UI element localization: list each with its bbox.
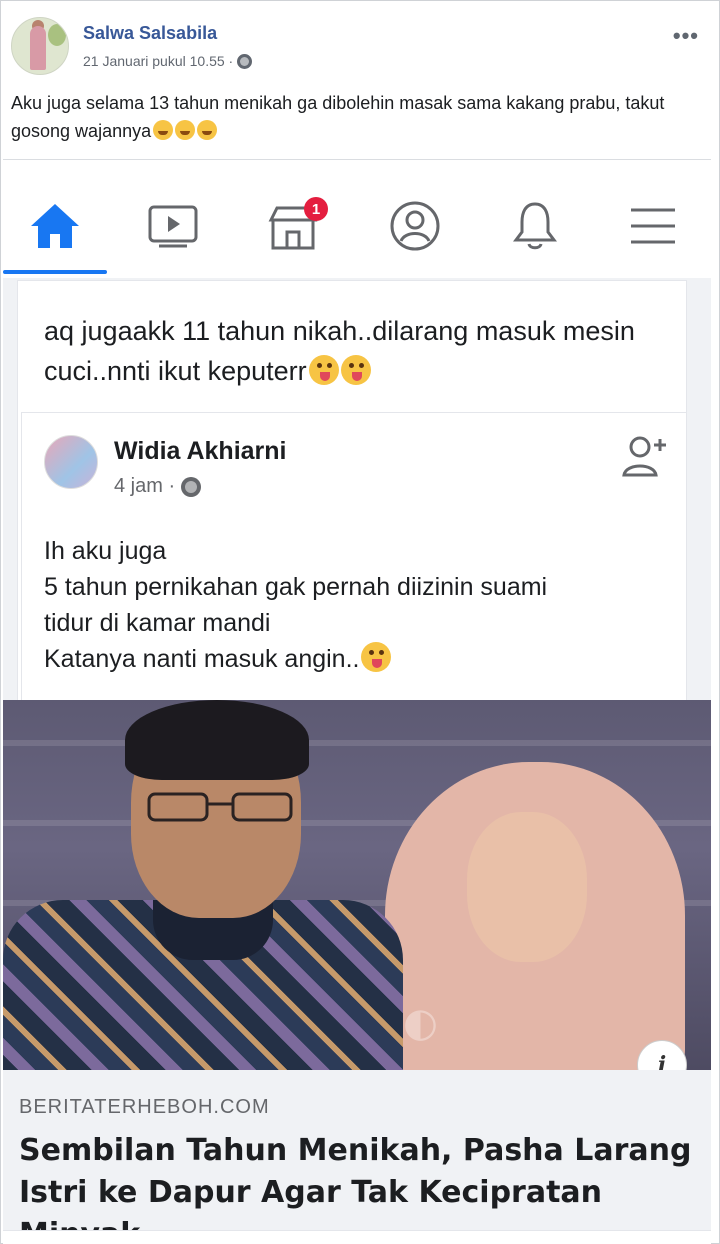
avatar-figure <box>30 26 46 70</box>
badge-count: 1 <box>312 201 320 218</box>
post-text: Aku juga selama 13 tahun menikah ga dibo… <box>11 89 706 145</box>
add-friend-icon[interactable] <box>620 431 668 479</box>
quoted-post-line: tidur di kamar mandi <box>44 609 271 637</box>
avatar-foliage <box>48 24 66 46</box>
home-icon <box>31 204 79 248</box>
profile-icon <box>390 201 440 251</box>
quoted-post-meta: 4 jam · <box>114 475 202 498</box>
globe-icon <box>237 53 253 69</box>
post-text-body: Aku juga selama 13 tahun menikah ga dibo… <box>11 93 665 141</box>
winking-tongue-emoji-icon <box>340 355 371 385</box>
screenshot-bottom-bar <box>3 1230 711 1244</box>
article-photo[interactable]: ◐ i <box>3 700 711 1070</box>
video-icon <box>148 205 198 248</box>
bell-icon <box>513 202 557 250</box>
post-header: Salwa Salsabila 21 Januari pukul 10.55 ·… <box>11 17 711 79</box>
nav-menu[interactable] <box>623 196 683 256</box>
menu-icon <box>631 208 675 244</box>
woman-face <box>467 812 587 962</box>
glasses <box>147 792 293 822</box>
background-stripe <box>3 740 711 746</box>
quoted-post-line-text: Katanya nanti masuk angin.. <box>44 645 360 673</box>
link-domain: BERITATERHEBOH.COM <box>19 1096 270 1118</box>
author-name[interactable]: Salwa Salsabila <box>83 23 217 44</box>
link-preview[interactable]: BERITATERHEBOH.COM Sembilan Tahun Menika… <box>3 1070 711 1244</box>
notification-badge: 1 <box>304 197 328 221</box>
photo-watermark: ◐ <box>403 1000 438 1046</box>
winking-tongue-emoji-icon <box>308 355 339 385</box>
quoted-author-name[interactable]: Widia Akhiarni <box>114 437 287 466</box>
nav-profile[interactable] <box>385 196 445 256</box>
shared-screenshot[interactable]: 1 aq jugaakk 11 tahun nikah..dilarang ma… <box>3 159 711 1244</box>
mobile-nav-bar: 1 <box>3 160 711 278</box>
grinning-emoji-icon <box>175 120 196 140</box>
quoted-post-text: Ih aku juga 5 tahun pernikahan gak perna… <box>44 533 664 677</box>
man-hair <box>125 700 309 780</box>
comment-text-body: aq jugaakk 11 tahun nikah..dilarang masu… <box>44 316 635 386</box>
nav-watch[interactable] <box>143 196 203 256</box>
comment-text: aq jugaakk 11 tahun nikah..dilarang masu… <box>44 311 664 391</box>
grinning-emoji-icon <box>197 120 218 140</box>
post-timestamp[interactable]: 21 Januari pukul 10.55 · <box>83 53 233 69</box>
quoted-post-line: Katanya nanti masuk angin.. <box>44 641 664 677</box>
quoted-post-card: Widia Akhiarni 4 jam · Ih aku juga 5 tah… <box>21 412 687 702</box>
nav-marketplace[interactable]: 1 <box>263 196 328 256</box>
nav-notifications[interactable] <box>505 196 565 256</box>
more-options-icon[interactable]: ••• <box>673 23 699 49</box>
quoted-post-line: Ih aku juga <box>44 537 167 565</box>
globe-icon <box>181 476 202 497</box>
quoted-author-avatar[interactable] <box>44 435 98 489</box>
active-tab-indicator <box>3 270 107 274</box>
post-meta: 21 Januari pukul 10.55 · <box>83 53 253 69</box>
author-avatar[interactable] <box>11 17 69 75</box>
quoted-post-line: 5 tahun pernikahan gak pernah diizinin s… <box>44 573 548 601</box>
nav-home[interactable] <box>25 196 85 256</box>
link-headline[interactable]: Sembilan Tahun Menikah, Pasha Larang Ist… <box>19 1130 699 1244</box>
winking-tongue-emoji-icon <box>361 642 392 672</box>
grinning-emoji-icon <box>153 120 174 140</box>
quoted-post-time[interactable]: 4 jam · <box>114 475 175 498</box>
post-card: Salwa Salsabila 21 Januari pukul 10.55 ·… <box>0 0 720 1244</box>
